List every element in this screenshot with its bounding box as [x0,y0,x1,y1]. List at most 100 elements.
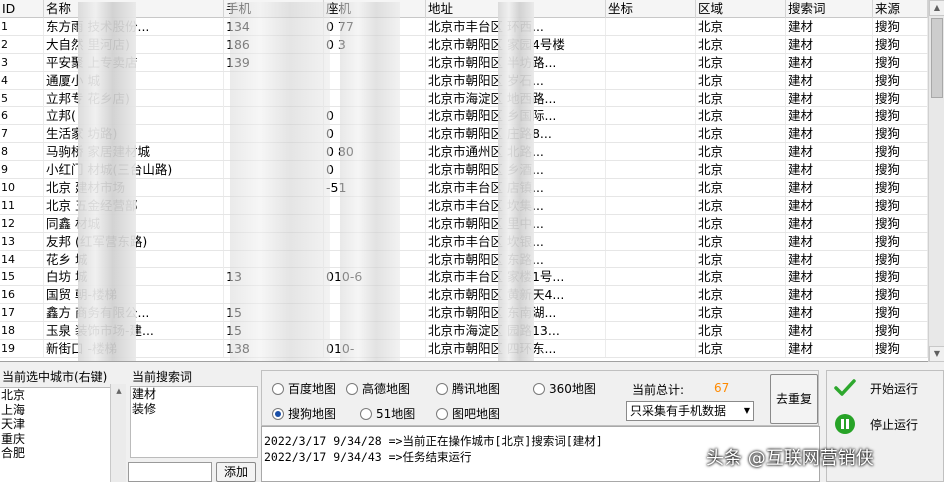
scroll-down-icon[interactable]: ▼ [929,346,944,362]
vertical-scrollbar[interactable]: ▲ ▼ [928,0,944,362]
city-list-item[interactable]: 北京 [0,388,110,403]
cell-area: 北京 [696,107,786,125]
chevron-down-icon: ▼ [743,406,750,415]
add-keyword-button[interactable]: 添加 [216,462,256,482]
cell-keyword: 建材 [786,18,873,35]
radio-360-map[interactable]: 360地图 [533,380,596,397]
cell-keyword: 建材 [786,268,873,286]
table-row[interactable]: 14 花乡 城北京市朝阳区 东路... 北京 建材 搜狗 [0,250,928,269]
filter-select[interactable]: 只采集有手机数据 ▼ [626,401,754,421]
stop-button[interactable]: 停止运行 [834,413,918,435]
cell-id: 16 [0,286,44,304]
table-row[interactable]: 6立邦(0北京市朝阳区 乡国际...北京建材搜狗 [0,107,928,126]
radio-gaode-map[interactable]: 高德地图 [346,380,410,397]
table-row[interactable]: 18玉泉 装饰市场-建...15北京市海淀区 园路13...北京建材搜狗 [0,322,928,341]
radio-tuba-map[interactable]: 图吧地图 [436,405,500,422]
keyword-list-item[interactable]: 装修 [131,402,257,417]
cell-source: 搜狗 [873,304,928,322]
cell-id: 19 [0,340,44,358]
radio-51-map[interactable]: 51地图 [360,405,415,422]
cell-source: 搜狗 [873,196,928,214]
cell-id: 1 [0,18,44,35]
radio-baidu-map[interactable]: 百度地图 [272,380,336,397]
cell-coord [606,143,696,161]
table-row[interactable]: 2大自然 里河店)1860 3北京市朝阳区 家园4号楼北京建材搜狗 [0,35,928,54]
cell-keyword: 建材 [786,35,873,53]
city-list-item[interactable]: 合肥 [0,446,110,461]
column-header-coord[interactable]: 坐标 [606,0,696,18]
table-row[interactable]: 15白坊 城13010-6北京市丰台区 家楼1号...北京建材搜狗 [0,268,928,287]
table-row[interactable]: 5立邦专 花乡店)北京市海淀区 地西路...北京建材搜狗 [0,89,928,108]
column-header-area[interactable]: 区域 [696,0,786,18]
city-list-scrollbar[interactable]: ▲ [110,384,126,482]
results-table[interactable]: ID 名称 手机 座机 地址 坐标 区域 搜索词 来源 1东方雨 技术股份...… [0,0,928,362]
table-row[interactable]: 16国贸 朝-楼梯北京市朝阳区 黄新天4...北京建材搜狗 [0,286,928,305]
dedupe-button[interactable]: 去重复 [770,374,818,424]
cell-keyword: 建材 [786,250,873,268]
scroll-up-icon[interactable]: ▲ [929,0,944,16]
column-header-keyword[interactable]: 搜索词 [786,0,873,18]
keywords-panel-title: 当前搜索词 [132,370,193,384]
cell-id: 12 [0,214,44,232]
table-row[interactable]: 11北京 五金经营部北京市丰台区 坎集...北京建材搜狗 [0,196,928,215]
table-row[interactable]: 1东方雨 技术股份...1340 77北京市丰台区 环西...北京建材搜狗 [0,18,928,36]
cell-coord [606,125,696,143]
table-row[interactable]: 12 同鑫 材城 北京市朝阳区 里中... 北京 建材 搜狗 [0,214,928,233]
privacy-blur [78,2,136,361]
table-row[interactable]: 17鑫方 商务有限公...15北京市朝阳区 东南湖...北京建材搜狗 [0,304,928,323]
cell-area: 北京 [696,18,786,35]
keyword-list-item[interactable]: 建材 [131,387,257,402]
table-row[interactable]: 13友邦 (红军营东路)北京市丰台区 坎银...北京建材搜狗 [0,232,928,251]
cell-coord [606,268,696,286]
cell-area: 北京 [696,268,786,286]
city-list-item[interactable]: 天津 [0,417,110,432]
column-header-id[interactable]: ID [0,0,44,18]
cell-coord [606,304,696,322]
cell-coord [606,322,696,340]
cell-keyword: 建材 [786,232,873,250]
cell-coord [606,35,696,53]
cell-area: 北京 [696,143,786,161]
cell-keyword: 建材 [786,322,873,340]
table-row[interactable]: 9小红门 材城(三台山路)0北京市朝阳区 乡酒...北京建材搜狗 [0,161,928,180]
cell-keyword: 建材 [786,286,873,304]
cell-id: 7 [0,125,44,143]
cell-source: 搜狗 [873,286,928,304]
table-row[interactable]: 19新街口 -楼梯138010-北京市朝阳区 四环东...北京建材搜狗 [0,340,928,358]
chevron-up-icon[interactable]: ▲ [111,384,127,398]
cell-source: 搜狗 [873,340,928,358]
cell-area: 北京 [696,71,786,89]
cell-coord [606,250,696,268]
column-header-source[interactable]: 来源 [873,0,928,18]
cell-keyword: 建材 [786,196,873,214]
city-list[interactable]: 北京 上海 天津 重庆 合肥 [0,387,110,482]
cell-source: 搜狗 [873,71,928,89]
cell-area: 北京 [696,340,786,358]
cell-coord [606,89,696,107]
keyword-list[interactable]: 建材 装修 [130,386,258,458]
cell-keyword: 建材 [786,53,873,71]
table-row[interactable]: 8马驹桥 家居建材城0 80北京市通州区 北路...北京建材搜狗 [0,143,928,162]
cell-coord [606,18,696,35]
table-row[interactable]: 7生活家 坊路)0北京市朝阳区 庄路8...北京建材搜狗 [0,125,928,144]
table-row[interactable]: 10北京 建材市场 -51北京市丰台区 店镇...北京建材搜狗 [0,179,928,197]
scroll-thumb[interactable] [931,18,943,98]
table-header: ID 名称 手机 座机 地址 坐标 区域 搜索词 来源 [0,0,928,18]
cell-coord [606,286,696,304]
radio-tencent-map[interactable]: 腾讯地图 [436,380,500,397]
city-list-item[interactable]: 重庆 [0,432,110,447]
table-row[interactable]: 4 通厦小 城北京市朝阳区 岁石... 北京 建材 搜狗 [0,71,928,90]
radio-dot-icon [360,407,372,420]
cell-keyword: 建材 [786,71,873,89]
city-list-item[interactable]: 上海 [0,403,110,418]
cell-id: 5 [0,89,44,107]
cell-keyword: 建材 [786,107,873,125]
cell-area: 北京 [696,125,786,143]
table-row[interactable]: 3平安聚 上专卖店139北京市朝阳区 半坊路...北京建材搜狗 [0,53,928,72]
cell-area: 北京 [696,250,786,268]
radio-sogou-map[interactable]: 搜狗地图 [272,405,336,422]
start-button[interactable]: 开始运行 [834,378,918,398]
privacy-blur [230,2,330,361]
stop-button-label: 停止运行 [870,417,919,432]
keyword-input[interactable] [128,462,212,482]
